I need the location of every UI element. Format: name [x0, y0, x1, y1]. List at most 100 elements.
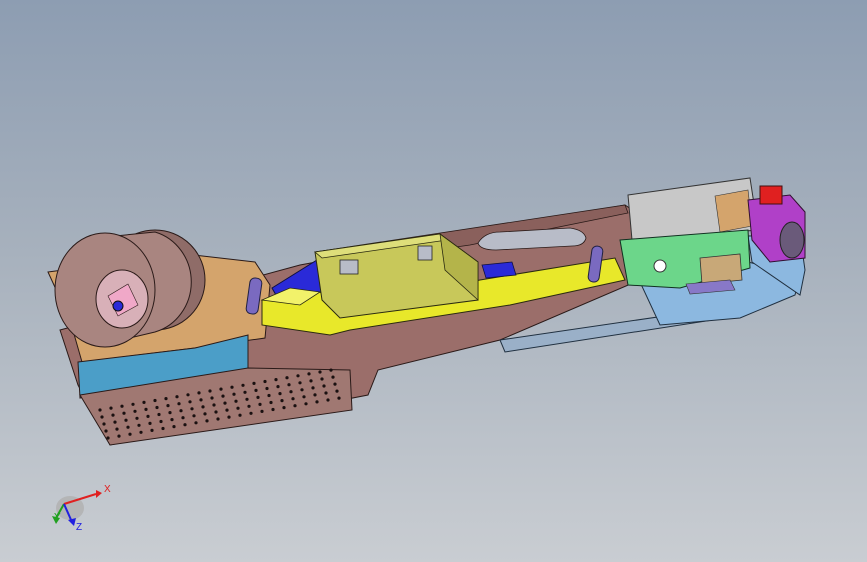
perforation-hole [113, 420, 117, 424]
perforation-hole [247, 404, 251, 408]
perforation-hole [223, 401, 227, 405]
tan-chip [699, 253, 743, 285]
perforation-hole [133, 409, 137, 413]
perforation-hole [201, 405, 205, 409]
perforation-hole [293, 404, 297, 408]
perforation-hole [172, 425, 176, 429]
perforation-hole [331, 375, 335, 379]
blue-insert [481, 261, 517, 279]
perforation-hole [164, 397, 168, 401]
perforation-hole [302, 395, 306, 399]
perforation-hole [135, 416, 139, 420]
perforation-hole [126, 425, 130, 429]
perforation-hole [280, 399, 284, 403]
perforation-hole [300, 388, 304, 392]
perforation-hole [243, 390, 247, 394]
perforation-hole [150, 428, 154, 432]
perforation-hole [216, 417, 220, 421]
perforation-hole [258, 402, 262, 406]
perforation-hole [219, 387, 223, 391]
perforation-hole [170, 418, 174, 422]
perforation-hole [100, 415, 104, 419]
perforation-hole [263, 379, 267, 384]
perforation-hole [205, 419, 209, 423]
perforation-hole [296, 374, 300, 378]
perforation-hole [115, 427, 119, 431]
perforation-hole [232, 392, 236, 396]
perforation-hole [309, 379, 313, 383]
perforation-hole [106, 436, 110, 440]
perforation-hole [190, 407, 194, 411]
perforation-hole [304, 402, 308, 406]
housing-window-2 [417, 245, 433, 261]
perforation-hole [159, 419, 163, 424]
y-axis-label: Y [54, 512, 61, 523]
perforation-hole [109, 406, 113, 410]
axis-triad: X Y Z [52, 484, 111, 533]
perforation-hole [179, 409, 183, 413]
perforation-hole [214, 410, 218, 414]
perforation-hole [148, 421, 152, 425]
perforation-hole [153, 398, 157, 403]
perforation-hole [276, 385, 280, 389]
perforation-hole [104, 429, 108, 433]
pcb-connector [653, 259, 667, 273]
perforation-hole [120, 404, 124, 408]
perforation-hole [265, 386, 269, 391]
perforation-hole [203, 412, 207, 416]
perforation-hole [227, 415, 231, 419]
perforation-hole [188, 400, 192, 404]
perforation-hole [197, 391, 201, 395]
perforation-hole [267, 393, 271, 398]
perforation-hole [128, 432, 132, 436]
perforation-hole [225, 408, 229, 412]
perforation-hole [291, 397, 295, 401]
perforation-hole [307, 372, 311, 376]
perforation-hole [249, 411, 253, 415]
perforation-hole [256, 395, 260, 399]
red-connector[interactable] [759, 185, 783, 205]
perforation-hole [111, 413, 115, 417]
perforation-hole [274, 378, 278, 382]
perforation-hole [252, 381, 256, 385]
perforation-hole [320, 377, 324, 381]
perforation-hole [329, 368, 333, 372]
perforation-hole [236, 406, 240, 410]
cad-model-3d-view[interactable] [0, 0, 867, 562]
perforation-hole [241, 383, 245, 387]
perforation-hole [117, 434, 121, 438]
perforation-hole [122, 411, 126, 415]
cad-viewport[interactable]: X Y Z [0, 0, 867, 562]
perforation-hole [139, 430, 143, 434]
perforation-hole [181, 416, 185, 420]
perforation-hole [313, 393, 317, 397]
perforation-hole [333, 382, 337, 386]
perforation-hole [194, 421, 198, 425]
perforation-hole [230, 385, 234, 389]
perforation-hole [254, 388, 258, 392]
perforation-hole [212, 403, 216, 407]
perforation-hole [98, 408, 102, 412]
x-axis-arrow [96, 490, 102, 498]
perforation-hole [298, 381, 302, 385]
perforation-hole [144, 407, 148, 411]
perforation-hole [324, 391, 328, 395]
perforation-hole [208, 389, 212, 393]
perforation-hole [271, 407, 275, 412]
perforation-hole [131, 402, 135, 406]
perforation-hole [322, 384, 326, 388]
fan-grille [779, 221, 805, 259]
perforation-hole [168, 411, 172, 415]
perforation-hole [137, 423, 141, 427]
perforation-hole [146, 414, 150, 418]
z-axis-label: Z [76, 522, 82, 533]
perforation-hole [124, 418, 128, 422]
perforation-hole [282, 406, 286, 410]
tan-strip [714, 189, 753, 233]
perforation-hole [269, 400, 273, 405]
perforation-hole [175, 395, 179, 399]
perforation-hole [278, 392, 282, 396]
perforation-hole [177, 402, 181, 406]
perforation-hole [337, 396, 341, 400]
x-axis-label: X [104, 484, 111, 495]
